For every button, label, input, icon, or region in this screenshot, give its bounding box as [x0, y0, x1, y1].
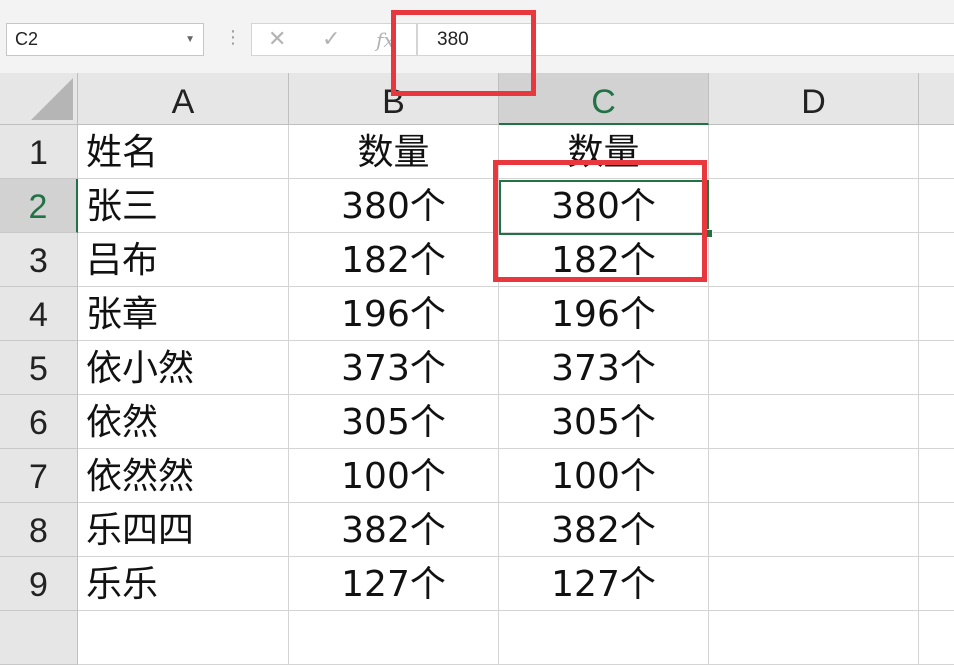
cell-e7[interactable]: [919, 449, 954, 503]
column-header-a[interactable]: A: [78, 73, 289, 125]
cell-c4[interactable]: 196个: [499, 287, 709, 341]
cell-e4[interactable]: [919, 287, 954, 341]
cell-c9[interactable]: 127个: [499, 557, 709, 611]
cell-b5[interactable]: 373个: [289, 341, 499, 395]
cell-b6[interactable]: 305个: [289, 395, 499, 449]
cell-d6[interactable]: [709, 395, 919, 449]
cell-b2[interactable]: 380个: [289, 179, 499, 233]
cell-b7[interactable]: 100个: [289, 449, 499, 503]
cell-d5[interactable]: [709, 341, 919, 395]
vertical-grip-icon: ⋮: [224, 27, 242, 48]
cell-d4[interactable]: [709, 287, 919, 341]
cell-b9[interactable]: 127个: [289, 557, 499, 611]
cell-b8[interactable]: 382个: [289, 503, 499, 557]
cell-a5[interactable]: 依小然: [78, 341, 289, 395]
cell-a7[interactable]: 依然然: [78, 449, 289, 503]
formula-buttons: ✕ ✓ fx: [251, 23, 417, 56]
cell-d9[interactable]: [709, 557, 919, 611]
row-header[interactable]: 6: [0, 395, 78, 449]
cell-a8[interactable]: 乐四四: [78, 503, 289, 557]
cell-c7[interactable]: 100个: [499, 449, 709, 503]
row-header[interactable]: 5: [0, 341, 78, 395]
cell-a1[interactable]: 姓名: [78, 125, 289, 179]
formula-input[interactable]: 380: [417, 23, 954, 56]
cell-d3[interactable]: [709, 233, 919, 287]
cell-a4[interactable]: 张章: [78, 287, 289, 341]
row-header[interactable]: 8: [0, 503, 78, 557]
cell-c10[interactable]: [499, 611, 709, 665]
column-header-e[interactable]: [919, 73, 954, 125]
column-header-c[interactable]: C: [499, 73, 709, 125]
cell-a10[interactable]: [78, 611, 289, 665]
cell-e5[interactable]: [919, 341, 954, 395]
select-all-button[interactable]: [0, 73, 78, 125]
row-header[interactable]: 2: [0, 179, 78, 233]
cancel-icon[interactable]: ✕: [268, 26, 286, 54]
cell-c5[interactable]: 373个: [499, 341, 709, 395]
cell-a6[interactable]: 依然: [78, 395, 289, 449]
cell-e9[interactable]: [919, 557, 954, 611]
cell-c2[interactable]: 380个: [499, 179, 709, 233]
select-all-triangle-icon: [31, 78, 73, 120]
cell-a2[interactable]: 张三: [78, 179, 289, 233]
cell-a9[interactable]: 乐乐: [78, 557, 289, 611]
cell-c3[interactable]: 182个: [499, 233, 709, 287]
row-header[interactable]: 9: [0, 557, 78, 611]
cell-e2[interactable]: [919, 179, 954, 233]
enter-icon[interactable]: ✓: [322, 26, 340, 54]
cell-b4[interactable]: 196个: [289, 287, 499, 341]
cell-c6[interactable]: 305个: [499, 395, 709, 449]
dropdown-arrow-icon[interactable]: ▼: [185, 24, 195, 55]
fx-icon[interactable]: fx: [376, 26, 395, 54]
row-header[interactable]: 7: [0, 449, 78, 503]
cell-b1[interactable]: 数量: [289, 125, 499, 179]
name-box[interactable]: C2 ▼: [6, 23, 204, 56]
cell-e6[interactable]: [919, 395, 954, 449]
column-header-d[interactable]: D: [709, 73, 919, 125]
row-header[interactable]: 3: [0, 233, 78, 287]
cell-b3[interactable]: 182个: [289, 233, 499, 287]
cell-d10[interactable]: [709, 611, 919, 665]
column-header-b[interactable]: B: [289, 73, 499, 125]
cell-b10[interactable]: [289, 611, 499, 665]
cell-d7[interactable]: [709, 449, 919, 503]
cell-d2[interactable]: [709, 179, 919, 233]
cell-e3[interactable]: [919, 233, 954, 287]
name-box-value: C2: [15, 29, 39, 49]
cell-e8[interactable]: [919, 503, 954, 557]
cell-a3[interactable]: 吕布: [78, 233, 289, 287]
row-header[interactable]: 4: [0, 287, 78, 341]
cell-c8[interactable]: 382个: [499, 503, 709, 557]
cell-e10[interactable]: [919, 611, 954, 665]
row-header[interactable]: [0, 611, 78, 665]
cell-d8[interactable]: [709, 503, 919, 557]
cell-d1[interactable]: [709, 125, 919, 179]
row-header[interactable]: 1: [0, 125, 78, 179]
cell-c1[interactable]: 数量: [499, 125, 709, 179]
formula-bar-area: C2 ▼ ⋮ ✕ ✓ fx 380: [0, 0, 954, 73]
cell-e1[interactable]: [919, 125, 954, 179]
